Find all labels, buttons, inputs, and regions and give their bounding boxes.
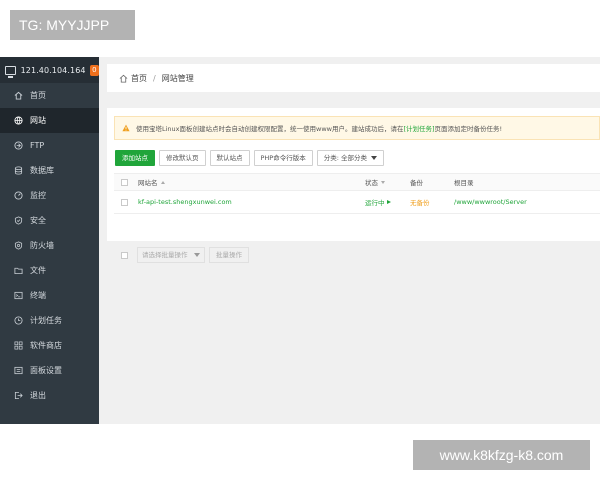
default-site-button[interactable]: 默认站点	[209, 150, 250, 166]
batch-action-button[interactable]: 批量操作	[209, 247, 249, 263]
sidebar-item-database[interactable]: 数据库	[0, 158, 99, 183]
row-checkbox[interactable]	[121, 198, 128, 206]
batch-bar: 请选择批量操作 批量操作	[114, 247, 249, 263]
sidebar-item-label: 计划任务	[30, 316, 62, 325]
main-content: 首页 / 网站管理 使用宝塔Linux面板创建站点时会自动创建权限配置，统一使用…	[107, 64, 600, 263]
shield-icon	[14, 216, 23, 225]
sidebar-item-label: 终端	[30, 291, 46, 300]
category-label: 分类: 全部分类	[323, 154, 367, 162]
site-name-link[interactable]: kf-api-test.shengxunwei.com	[138, 191, 232, 213]
sidebar-item-store[interactable]: 软件商店	[0, 333, 99, 358]
sort-desc-icon	[381, 180, 385, 184]
ftp-icon	[14, 141, 23, 150]
clock-icon	[14, 316, 23, 325]
table-header: 网站名 状态 备份 根目录	[114, 173, 600, 191]
breadcrumb-separator: /	[153, 73, 156, 83]
sidebar-item-label: 首页	[30, 91, 46, 100]
sidebar-item-label: 面板设置	[30, 366, 62, 375]
site-table: 网站名 状态 备份 根目录 kf-api-test.shengxunwei.co…	[114, 173, 600, 214]
sidebar-item-label: 退出	[30, 391, 46, 400]
sidebar-item-security[interactable]: 安全	[0, 208, 99, 233]
table-row: kf-api-test.shengxunwei.com 运行中 无备份 /www…	[114, 191, 600, 214]
site-status-label: 运行中	[365, 199, 385, 207]
sidebar-item-label: FTP	[30, 141, 45, 150]
column-root: 根目录	[454, 179, 474, 187]
sidebar-item-monitor[interactable]: 监控	[0, 183, 99, 208]
chevron-down-icon	[194, 253, 200, 257]
site-status[interactable]: 运行中	[365, 191, 391, 213]
folder-icon	[14, 267, 23, 275]
batch-checkbox[interactable]	[121, 251, 128, 259]
database-icon	[14, 166, 23, 175]
sidebar-item-label: 网站	[30, 116, 46, 125]
sidebar-item-label: 安全	[30, 216, 46, 225]
play-icon	[386, 200, 391, 204]
sidebar-item-website[interactable]: 网站	[0, 108, 99, 133]
sort-asc-icon	[160, 180, 165, 184]
sidebar-item-cron[interactable]: 计划任务	[0, 308, 99, 333]
sidebar-item-ftp[interactable]: FTP	[0, 133, 99, 158]
page: TG: MYYJJPP 121.40.104.164 0 首页 网站 FTP 数…	[0, 0, 600, 480]
notice-text-end: 页面添加定时备份任务!	[434, 125, 503, 133]
sidebar-item-terminal[interactable]: 终端	[0, 283, 99, 308]
add-site-button[interactable]: 添加站点	[115, 150, 155, 166]
column-status-label: 状态	[365, 179, 378, 187]
monitor-icon	[5, 65, 16, 78]
site-backup-link[interactable]: 无备份	[410, 191, 430, 213]
site-root-link[interactable]: /www/wwwroot/Server	[454, 191, 527, 213]
settings-icon	[14, 366, 23, 375]
sidebar-item-label: 数据库	[30, 166, 54, 175]
chevron-down-icon	[371, 156, 377, 160]
category-select[interactable]: 分类: 全部分类	[316, 150, 384, 166]
breadcrumb-home[interactable]: 首页	[131, 73, 147, 84]
sidebar-item-label: 文件	[30, 266, 46, 275]
batch-select[interactable]: 请选择批量操作	[137, 247, 205, 263]
sidebar-item-settings[interactable]: 面板设置	[0, 358, 99, 383]
sidebar-item-firewall[interactable]: 防火墙	[0, 233, 99, 258]
watermark-top: TG: MYYJJPP	[10, 10, 135, 40]
monitor-icon	[14, 191, 23, 200]
terminal-icon	[14, 291, 23, 300]
select-all-checkbox[interactable]	[121, 178, 128, 186]
notice-banner: 使用宝塔Linux面板创建站点时会自动创建权限配置，统一使用www用户。建站成功…	[114, 116, 600, 140]
column-status[interactable]: 状态	[365, 174, 385, 190]
sidebar-item-files[interactable]: 文件	[0, 258, 99, 283]
server-ip: 121.40.104.164	[20, 65, 86, 75]
column-name[interactable]: 网站名	[138, 174, 165, 190]
globe-icon	[14, 116, 23, 125]
column-name-label: 网站名	[138, 179, 158, 187]
breadcrumb-current: 网站管理	[161, 73, 194, 83]
app-window: 121.40.104.164 0 首页 网站 FTP 数据库 监控 安全 防火墙…	[0, 57, 600, 424]
home-icon	[119, 74, 128, 83]
breadcrumb: 首页 / 网站管理	[107, 64, 600, 92]
home-icon	[14, 91, 23, 100]
notification-badge[interactable]: 0	[89, 64, 99, 76]
notice-cron-link[interactable]: [计划任务]	[403, 123, 434, 133]
warning-icon	[122, 124, 130, 132]
site-panel: 使用宝塔Linux面板创建站点时会自动创建权限配置，统一使用www用户。建站成功…	[107, 108, 600, 263]
logout-icon	[14, 391, 23, 400]
sidebar-item-label: 软件商店	[30, 341, 62, 350]
php-cli-button[interactable]: PHP命令行版本	[253, 150, 313, 166]
sidebar-item-logout[interactable]: 退出	[0, 383, 99, 408]
server-info[interactable]: 121.40.104.164 0	[0, 57, 99, 83]
notice-text: 使用宝塔Linux面板创建站点时会自动创建权限配置，统一使用www用户。建站成功…	[136, 125, 404, 133]
column-backup: 备份	[410, 179, 423, 187]
sidebar-item-label: 监控	[30, 191, 46, 200]
sidebar-item-label: 防火墙	[30, 241, 54, 250]
sidebar-item-home[interactable]: 首页	[0, 83, 99, 108]
default-page-button[interactable]: 修改默认页	[159, 150, 206, 166]
batch-select-placeholder: 请选择批量操作	[142, 251, 188, 259]
toolbar: 添加站点 修改默认页 默认站点 PHP命令行版本 分类: 全部分类	[115, 150, 384, 166]
sidebar: 121.40.104.164 0 首页 网站 FTP 数据库 监控 安全 防火墙…	[0, 57, 99, 424]
firewall-icon	[14, 241, 23, 250]
watermark-bottom: www.k8kfzg-k8.com	[413, 440, 590, 470]
apps-icon	[14, 341, 23, 350]
